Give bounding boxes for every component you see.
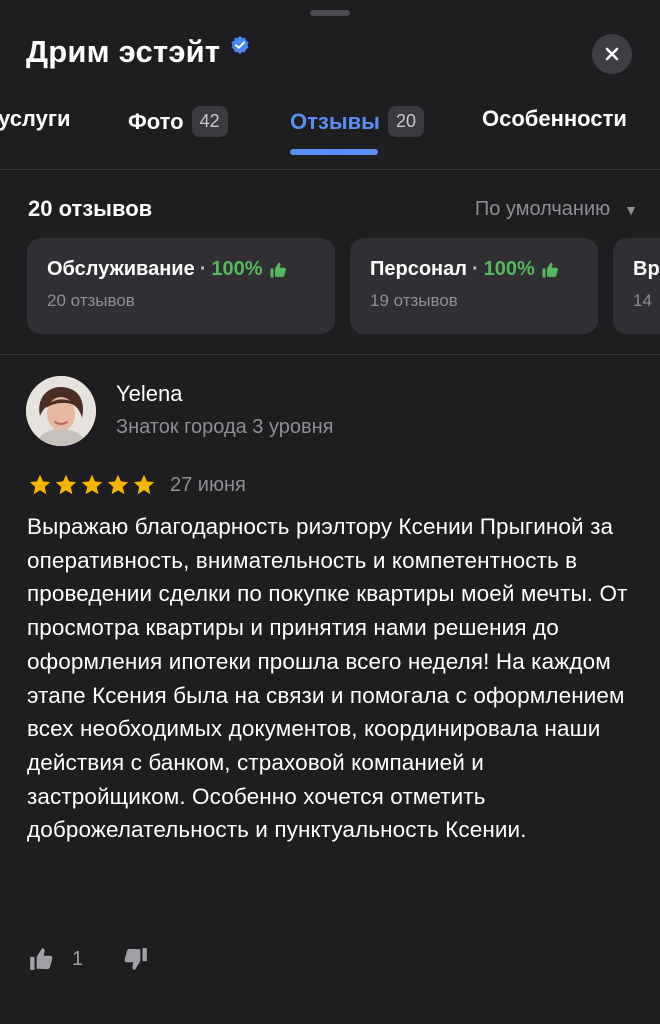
tab-services[interactable]: услуги [0, 106, 71, 132]
thumbs-up-icon [270, 262, 286, 277]
chevron-down-icon: ▼ [624, 201, 638, 218]
review-author-name[interactable]: Yelena [116, 381, 182, 407]
aspect-card-title: Персонал · 100% [370, 258, 578, 281]
like-count: 1 [72, 947, 84, 970]
sort-label: По умолчанию [474, 198, 611, 220]
tab-label: услуги [0, 106, 71, 131]
star-icon [81, 474, 103, 495]
tab-count-badge: 20 [387, 106, 424, 137]
sort-dropdown[interactable]: По умолчанию ▼ [475, 198, 638, 221]
divider [0, 354, 660, 355]
tab-label: Фото [128, 108, 184, 134]
thumbs-up-icon[interactable] [28, 946, 54, 972]
avatar[interactable] [26, 376, 96, 446]
review-rating: 27 июня [28, 473, 246, 497]
aspect-name: Обслуживание [47, 258, 195, 280]
aspect-percent: 100% [483, 258, 535, 280]
review-actions: 1 [28, 946, 149, 972]
aspect-card-service[interactable]: Обслуживание · 100% 20 отзывов [27, 238, 335, 334]
aspect-reviews-count: 20 отзывов [47, 291, 135, 310]
verified-badge-icon [231, 36, 249, 54]
divider [0, 169, 660, 170]
aspect-card-partial[interactable]: Вр 14 [613, 238, 660, 334]
active-tab-indicator [290, 149, 378, 155]
review-text: Выражаю благодарность риэлтору Ксении Пр… [27, 514, 628, 843]
tab-reviews[interactable]: Отзывы 20 [290, 106, 424, 137]
review-author-level: Знаток города 3 уровня [116, 416, 334, 438]
aspect-name: Персонал [370, 258, 467, 280]
review-date: 27 июня [170, 473, 246, 496]
sheet-drag-handle[interactable] [310, 10, 350, 16]
tab-label: Особенности [482, 106, 627, 131]
reviews-header: 20 отзывов По умолчанию ▼ [28, 196, 638, 226]
tab-bar: услуги Фото 42 Отзывы 20 Особенности [0, 100, 660, 162]
reviews-count: 20 отзывов [28, 196, 153, 221]
aspect-card-title: Обслуживание · 100% [47, 258, 315, 281]
tab-count-badge: 42 [191, 106, 228, 137]
aspect-card-title: Вр [633, 258, 660, 281]
page-title: Дрим эстэйт [26, 34, 221, 69]
header: Дрим эстэйт [26, 34, 250, 70]
aspect-cards-carousel[interactable]: Обслуживание · 100% 20 отзывов Персонал … [0, 238, 660, 334]
tab-features[interactable]: Особенности [482, 106, 627, 132]
tab-label: Отзывы [290, 108, 380, 134]
aspect-reviews-count: 19 отзывов [370, 291, 458, 310]
aspect-reviews-count: 14 [633, 291, 652, 310]
tab-photos[interactable]: Фото 42 [128, 106, 228, 137]
aspect-card-staff[interactable]: Персонал · 100% 19 отзывов [350, 238, 598, 334]
thumbs-up-icon [542, 262, 558, 277]
star-icon [55, 474, 77, 495]
star-icon [133, 474, 155, 495]
star-icon [29, 474, 51, 495]
close-button[interactable] [592, 34, 632, 74]
star-icon [107, 474, 129, 495]
thumbs-down-icon[interactable] [123, 946, 149, 972]
close-icon [605, 47, 619, 61]
aspect-percent: 100% [211, 258, 263, 280]
user-photo [26, 376, 96, 446]
aspect-name: Вр [633, 258, 660, 280]
